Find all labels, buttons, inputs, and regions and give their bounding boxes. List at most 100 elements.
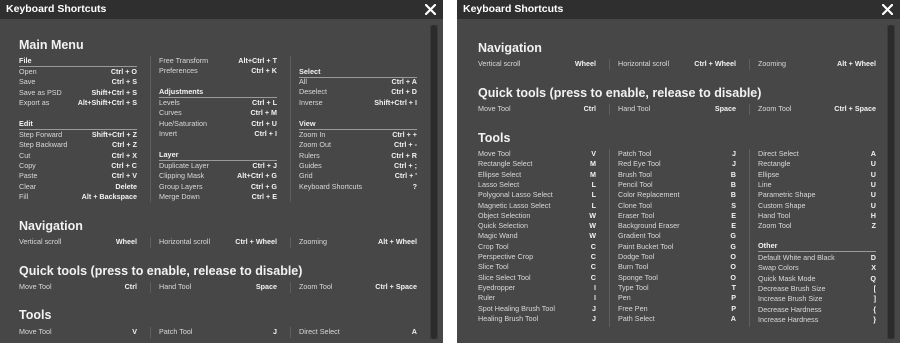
scrollbar-thumb[interactable] (888, 25, 894, 339)
shortcut-key: O (730, 252, 736, 261)
shortcut-key: Alt+Ctrl + G (237, 171, 277, 181)
shortcut-row: Levels Ctrl + L (159, 98, 277, 108)
shortcut-row: Step Backward Ctrl + Z (19, 140, 137, 150)
shortcut-key: V (591, 149, 596, 158)
shortcut-action: Burn Tool (618, 262, 649, 272)
shortcut-action: Object Selection (478, 210, 531, 220)
shortcut-row: Move Tool V (19, 327, 137, 337)
shortcut-row: Group Layers Ctrl + G (159, 182, 277, 192)
shortcut-key: L (591, 190, 596, 200)
shortcut-action: Ellipse (758, 169, 780, 179)
shortcut-row: Perspective Crop C (478, 252, 596, 262)
column-separator (749, 104, 750, 115)
shortcut-action: Zoom Tool (299, 282, 333, 291)
shortcut-key: A (870, 149, 876, 158)
dialog-titlebar: Keyboard Shortcuts (457, 0, 900, 19)
shortcut-row: Invert Ctrl + I (159, 129, 277, 139)
shortcut-row: Increase Hardness} (758, 315, 876, 325)
shortcut-key: V (132, 327, 137, 336)
shortcut-key: Ctrl + K (251, 66, 277, 76)
scrollbar-thumb[interactable] (431, 25, 437, 339)
shortcut-row: Open Ctrl + O (19, 67, 137, 77)
shortcut-action: Save as PSD (19, 87, 62, 97)
shortcut-key: B (730, 179, 736, 189)
shortcut-row: Line U (758, 180, 876, 190)
shortcut-row: Magic Wand W (478, 231, 596, 241)
scrollbar[interactable] (887, 25, 895, 339)
close-button[interactable] (424, 0, 438, 18)
shortcut-action: Zoom In (299, 130, 326, 139)
shortcut-key: J (732, 159, 736, 169)
shortcut-row: Zoom In Ctrl + + (299, 130, 417, 140)
shortcut-action: Horizontal scroll (159, 237, 211, 246)
scrollbar[interactable] (430, 25, 438, 339)
shortcut-action: Slice Select Tool (478, 272, 531, 282)
shortcut-key: J (273, 327, 277, 336)
shortcut-action: Decrease Hardness (758, 304, 822, 314)
shortcut-key: Ctrl + J (252, 161, 277, 170)
shortcut-key: Wheel (115, 237, 137, 246)
shortcut-row: Pen P (618, 293, 736, 303)
shortcut-row: Zooming Alt + Wheel (299, 237, 417, 247)
shortcut-key: Ctrl + R (391, 150, 417, 160)
shortcut-key: Ctrl + Space (375, 282, 417, 291)
shortcut-key: Alt + Backspace (81, 191, 137, 201)
shortcut-key: Ctrl + Z (112, 140, 137, 150)
shortcut-key: U (870, 169, 876, 179)
tools-heading: Tools (478, 131, 511, 145)
shortcut-action: Quick Selection (478, 221, 528, 231)
navigation-heading: Navigation (19, 219, 83, 233)
shortcut-key: Ctrl + O (110, 67, 137, 76)
shortcut-row: Sponge Tool O (618, 273, 736, 283)
shortcut-action: Inverse (299, 97, 323, 107)
shortcut-action: Pen (618, 293, 631, 303)
shortcut-key: C (590, 241, 596, 251)
shortcut-row: Brush Tool B (618, 170, 736, 180)
shortcut-action: Export as (19, 97, 50, 107)
shortcut-key: U (870, 159, 876, 169)
group-heading-adjustments: Adjustments (159, 87, 277, 98)
shortcut-action: Keyboard Shortcuts (299, 181, 363, 191)
group-heading-file: File (19, 56, 137, 67)
shortcut-action: Save (19, 77, 36, 87)
shortcut-row: Hand Tool Space (618, 104, 736, 114)
shortcut-action: Direct Select (299, 327, 340, 336)
shortcut-row: Ruler I (478, 293, 596, 303)
shortcut-action: Background Eraser (618, 221, 680, 231)
shortcut-action: Cut (19, 150, 31, 160)
shortcut-key: Ctrl + M (250, 108, 277, 118)
shortcut-row: Gradient Tool G (618, 231, 736, 241)
shortcut-action: Magnetic Lasso Select (478, 200, 551, 210)
shortcut-row: Healing Brush Tool J (478, 314, 596, 324)
shortcut-action: Ellipse Select (478, 169, 522, 179)
shortcut-key: ] (873, 294, 876, 304)
close-button[interactable] (881, 0, 895, 18)
shortcut-row: Move Tool Ctrl (19, 282, 137, 292)
shortcut-row: Magnetic Lasso Select L (478, 201, 596, 211)
shortcut-key: Delete (115, 181, 137, 191)
shortcut-key: P (731, 293, 736, 303)
shortcut-key: I (594, 293, 596, 303)
shortcut-key: B (730, 190, 736, 200)
shortcut-key: Shift+Ctrl + Z (91, 130, 137, 139)
shortcut-key: W (589, 210, 596, 220)
shortcut-row: Preferences Ctrl + K (159, 66, 277, 76)
shortcut-action: Horizontal scroll (618, 59, 670, 68)
shortcut-action: Guides (299, 160, 322, 170)
shortcut-key: Ctrl + L (252, 98, 277, 107)
shortcut-key: Ctrl + E (251, 191, 277, 201)
shortcut-key: P (731, 303, 736, 313)
shortcut-row: Swap Colors X (758, 263, 876, 273)
shortcut-row: Fill Alt + Backspace (19, 192, 137, 202)
shortcut-action: Preferences (159, 66, 198, 76)
shortcut-action: Hand Tool (758, 210, 791, 220)
shortcut-row: Save Ctrl + S (19, 77, 137, 87)
shortcut-row: Hand Tool H (758, 211, 876, 221)
shortcut-action: Dodge Tool (618, 252, 655, 261)
shortcut-row: Zooming Alt + Wheel (758, 59, 876, 69)
shortcut-key: O (730, 262, 736, 272)
group-heading-layer: Layer (159, 150, 277, 161)
shortcut-key: Ctrl + + (392, 130, 417, 139)
shortcut-key: Wheel (574, 59, 596, 68)
column-separator (290, 327, 291, 338)
